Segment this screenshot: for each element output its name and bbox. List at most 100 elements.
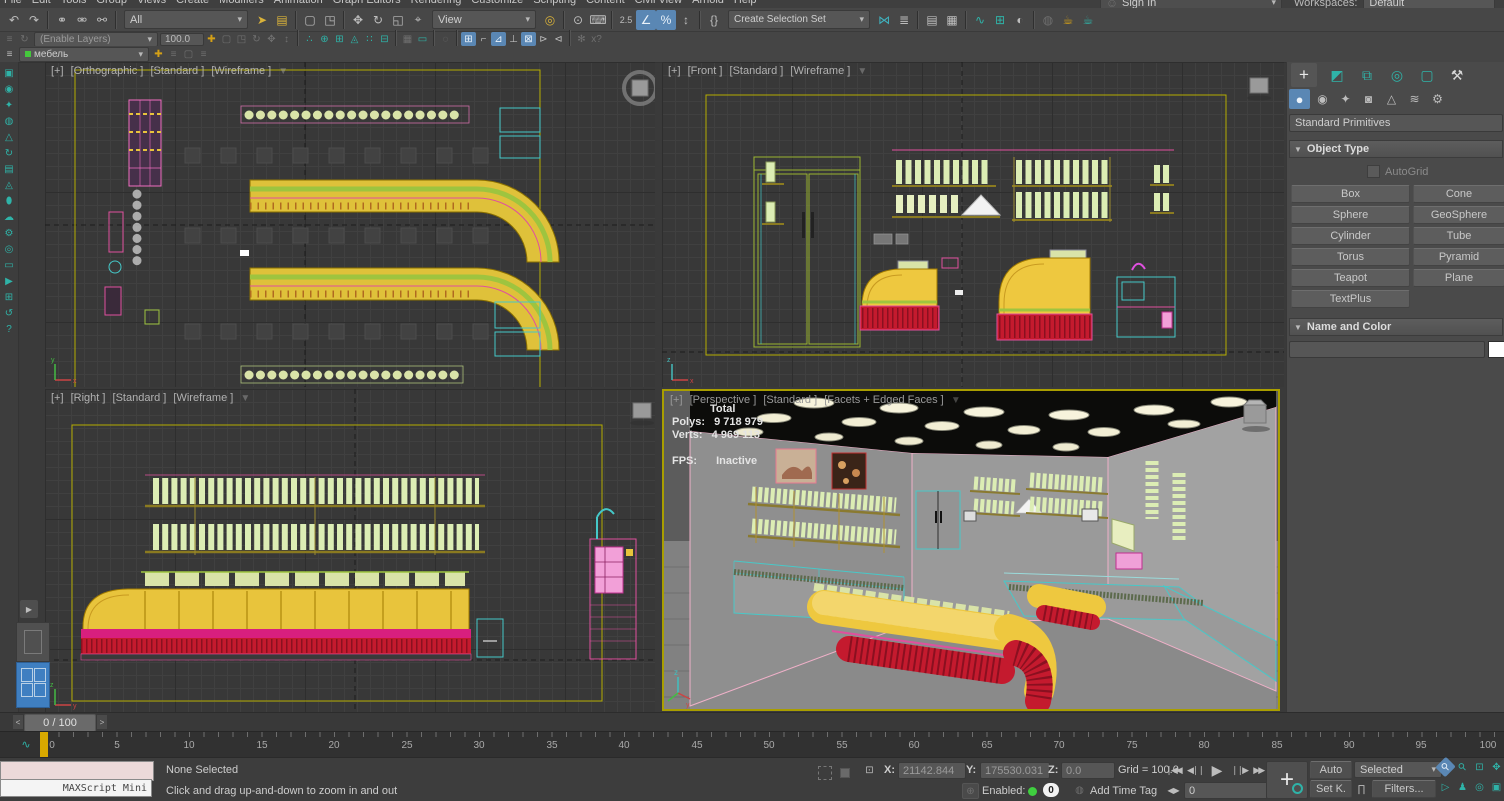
select-in-layer-icon[interactable]: ◳ [234, 32, 249, 46]
abs-offset-toggle-icon[interactable]: ⊡ [862, 763, 877, 777]
snap-grid-icon[interactable]: ⊞ [332, 32, 347, 46]
key-step-toggle-icon[interactable]: ◀▶ [1166, 783, 1181, 797]
button-plane[interactable]: Plane [1413, 269, 1504, 287]
playhead[interactable] [40, 732, 48, 758]
subtab-helpers[interactable]: △ [1381, 89, 1402, 109]
enable-layers-dropdown[interactable]: (Enable Layers) ▾ [34, 32, 158, 47]
z-coordinate-field[interactable]: 0.0 [1061, 762, 1115, 779]
ortho-toggle-icon[interactable]: ▭ [415, 32, 430, 46]
render-setup-icon[interactable]: ☕ [1058, 10, 1078, 30]
axis-plane-icon[interactable]: ⊥ [506, 32, 521, 46]
layer-rotate-icon[interactable]: ↻ [249, 32, 264, 46]
walk-through-icon[interactable]: ♟ [1455, 780, 1470, 794]
set-key-button[interactable]: Set K. [1310, 780, 1352, 798]
viewport-filter-icon[interactable]: ▼ [240, 393, 250, 404]
snap-center-icon[interactable]: ⊕ [317, 32, 332, 46]
left-toolbar-icon-4[interactable]: ◍ [2, 114, 17, 128]
viewport-front[interactable]: [+] [Front ] [Standard ] [Wireframe ] ▼ [662, 62, 1284, 387]
left-toolbar-icon-10[interactable]: ☁ [2, 210, 17, 224]
button-pyramid[interactable]: Pyramid [1413, 248, 1504, 266]
viewport-style-menu[interactable]: [Standard ] [763, 394, 817, 406]
viewport-pov-menu[interactable]: [Orthographic ] [71, 65, 144, 77]
axis-y-lock-icon[interactable]: ⌐ [476, 32, 491, 46]
angle-snap-icon[interactable]: ∠ [636, 10, 656, 30]
layer-spinner[interactable]: 100.0 [160, 33, 204, 46]
autogrid-checkbox[interactable] [1367, 165, 1380, 178]
select-by-name-icon[interactable]: ▤ [272, 10, 292, 30]
key-filters-icon[interactable]: ∏ [1354, 782, 1369, 796]
viewport-shading-menu[interactable]: [Wireframe ] [173, 392, 233, 404]
link-icon[interactable]: ⚭ [52, 10, 72, 30]
spinner-snap-icon[interactable]: ↕ [676, 10, 696, 30]
keyboard-override-icon[interactable]: ⌨ [588, 10, 608, 30]
layer-move-icon[interactable]: ✥ [264, 32, 279, 46]
subtab-systems[interactable]: ⚙ [1427, 89, 1448, 109]
marquee-region-icon[interactable]: ▢ [300, 10, 320, 30]
button-sphere[interactable]: Sphere [1291, 206, 1410, 224]
menu-tools[interactable]: Tools [61, 0, 87, 6]
snap-25d-icon[interactable]: 2.5 [616, 10, 636, 30]
fov-icon[interactable]: ▷ [1438, 780, 1453, 794]
left-toolbar-icon-3[interactable]: ✦ [2, 98, 17, 112]
time-tag-globe-icon[interactable]: ◍ [1072, 783, 1087, 797]
select-object-icon[interactable]: ➤ [252, 10, 272, 30]
material-ball-icon[interactable]: ◍ [1038, 10, 1058, 30]
add-time-tag[interactable]: Add Time Tag [1090, 785, 1157, 797]
bind-spacewarp-icon[interactable]: ⚯ [92, 10, 112, 30]
curve-editor-icon[interactable]: ∿ [970, 10, 990, 30]
percent-snap-icon[interactable]: % [656, 10, 676, 30]
track-bar[interactable]: ∿ 0 5 10 15 20 25 30 35 40 45 50 55 60 6… [0, 731, 1504, 758]
align-icon[interactable]: ≣ [894, 10, 914, 30]
menu-edit[interactable]: Edit [32, 0, 51, 6]
axis-z-lock-icon[interactable]: ⊿ [491, 32, 506, 46]
button-box[interactable]: Box [1291, 185, 1410, 203]
snap-dots-icon[interactable]: ∴ [302, 32, 317, 46]
button-geosphere[interactable]: GeoSphere [1413, 206, 1504, 224]
tab-create[interactable]: + [1291, 63, 1317, 87]
tab-motion[interactable]: ◎ [1387, 65, 1407, 85]
viewport-shading-menu[interactable]: [Facets + Edged Faces ] [824, 394, 944, 406]
viewport-right[interactable]: [+] [Right ] [Standard ] [Wireframe ] ▼ [45, 389, 655, 712]
create-layer-icon[interactable]: ✚ [151, 47, 166, 61]
edit-named-sets-icon[interactable]: {} [704, 10, 724, 30]
frame-forward-button[interactable]: > [97, 715, 107, 729]
scale-icon[interactable]: ◱ [388, 10, 408, 30]
maxscript-mini-label[interactable]: MAXScript Mini [0, 779, 152, 797]
frame-back-button[interactable]: < [13, 715, 23, 729]
menu-file[interactable]: File [4, 0, 22, 6]
button-teapot[interactable]: Teapot [1291, 269, 1410, 287]
viewport-orthographic[interactable]: [+] [Orthographic ] [Standard ] [Wirefra… [45, 62, 655, 387]
selected-key-filter-dropdown[interactable]: Selected ▾ [1354, 761, 1442, 778]
maxscript-mini-input[interactable] [0, 761, 154, 781]
rotate-icon[interactable]: ↻ [368, 10, 388, 30]
axis-x-lock-icon[interactable]: ⊞ [461, 32, 476, 46]
viewport-menu[interactable]: [+] [668, 65, 681, 77]
placement-icon[interactable]: ⌖ [408, 10, 428, 30]
left-toolbar-icon-13[interactable]: ▭ [2, 258, 17, 272]
viewport-filter-icon[interactable]: ▼ [951, 395, 961, 406]
snap-edge-icon[interactable]: ⊟ [377, 32, 392, 46]
orbit-icon[interactable]: ◎ [1472, 780, 1487, 794]
left-toolbar-icon-12[interactable]: ◎ [2, 242, 17, 256]
use-pivot-center-icon[interactable]: ◎ [540, 10, 560, 30]
layer-gear-icon[interactable]: ✚ [204, 32, 219, 46]
select-layer-objects-icon[interactable]: ≡ [196, 47, 211, 61]
subtab-spacewarps[interactable]: ≋ [1404, 89, 1425, 109]
layout-tab-single[interactable] [16, 622, 50, 662]
menu-graph-editors[interactable]: Graph Editors [333, 0, 401, 6]
layout-tab-quad[interactable] [16, 662, 50, 708]
left-toolbar-icon-15[interactable]: ⊞ [2, 290, 17, 304]
menu-content[interactable]: Content [586, 0, 625, 6]
left-toolbar-icon-1[interactable]: ▣ [2, 66, 17, 80]
viewport-shading-menu[interactable]: [Wireframe ] [790, 65, 850, 77]
undo-icon[interactable]: ↶ [4, 10, 24, 30]
layout-tabs-expand-button[interactable]: ▶ [20, 600, 38, 618]
viewport-menu[interactable]: [+] [51, 65, 64, 77]
menu-help[interactable]: Help [734, 0, 757, 6]
viewport-filter-icon[interactable]: ▼ [278, 66, 288, 77]
primitive-category-dropdown[interactable]: Standard Primitives [1289, 114, 1503, 132]
sign-in-dropdown[interactable]: ☺ Sign In ▾ [1100, 0, 1282, 8]
zoom-extents-icon[interactable]: ⊡ [1472, 760, 1487, 774]
axis-screen-icon[interactable]: ⊠ [521, 32, 536, 46]
select-manipulate-icon[interactable]: ⊙ [568, 10, 588, 30]
